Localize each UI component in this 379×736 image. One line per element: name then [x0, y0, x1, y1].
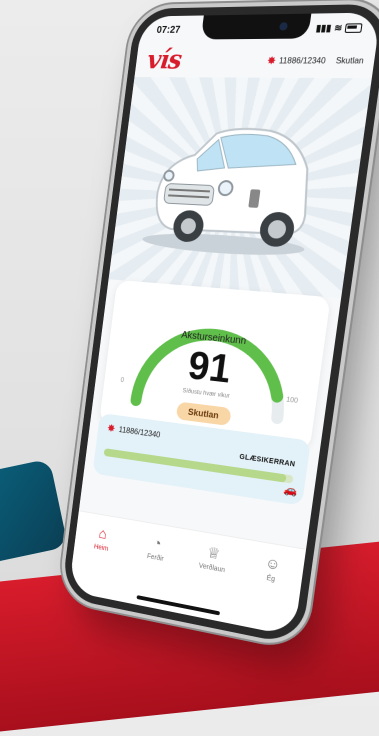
wifi-icon: ≋ — [333, 21, 343, 33]
vis-logo: vís — [145, 45, 183, 76]
level-progress-fill — [103, 448, 287, 483]
app-header: vís ✸ 11886/12340 Skutlan — [146, 44, 366, 76]
points-display: ✸ 11886/12340 — [266, 53, 326, 67]
user-icon: ☺ — [264, 554, 282, 574]
tab-trips[interactable]: ◔ Ferðir — [132, 533, 181, 566]
level-progress-bar — [103, 448, 294, 484]
header-level: Skutlan — [335, 55, 365, 65]
tab-profile[interactable]: ☺ Ég — [246, 552, 299, 587]
progress-points: 11886/12340 — [118, 425, 161, 440]
gauge-min-label: 0 — [120, 377, 125, 385]
star-icon: ✸ — [266, 54, 277, 67]
car-illustration — [141, 114, 333, 259]
car-icon: 🚗 — [283, 483, 299, 498]
camera-icon — [278, 22, 289, 31]
status-time: 07:27 — [156, 24, 181, 36]
signal-icon: ▮▮▮ — [315, 22, 333, 33]
tab-label: Ferðir — [146, 553, 165, 563]
battery-icon — [344, 22, 363, 33]
trophy-icon: ♕ — [206, 544, 222, 564]
notch — [200, 13, 312, 40]
background-teal-shape — [0, 458, 69, 572]
tab-home[interactable]: ⌂ Heim — [79, 523, 126, 555]
star-icon: ✸ — [106, 422, 116, 436]
phone-screen: 07:27 ▮▮▮ ≋ vís ✸ 11886/12340 Skutlan Ak… — [68, 12, 379, 637]
header-status[interactable]: ✸ 11886/12340 Skutlan — [266, 53, 365, 67]
car-hero — [108, 76, 372, 299]
status-icons: ▮▮▮ ≋ — [315, 22, 363, 34]
home-indicator — [136, 595, 221, 616]
tab-rewards[interactable]: ♕ Verðlaun — [188, 542, 239, 576]
home-icon: ⌂ — [97, 525, 108, 543]
progress-points-row: ✸ 11886/12340 — [106, 422, 161, 442]
speedometer-icon: ◔ — [151, 534, 163, 553]
next-level-label: GLÆSIKERRAN — [238, 453, 296, 469]
tab-label: Heim — [93, 543, 109, 553]
tab-label: Verðlaun — [198, 562, 226, 575]
tab-label: Ég — [266, 574, 276, 584]
header-points: 11886/12340 — [278, 55, 327, 65]
gauge-max-label: 100 — [285, 396, 299, 405]
